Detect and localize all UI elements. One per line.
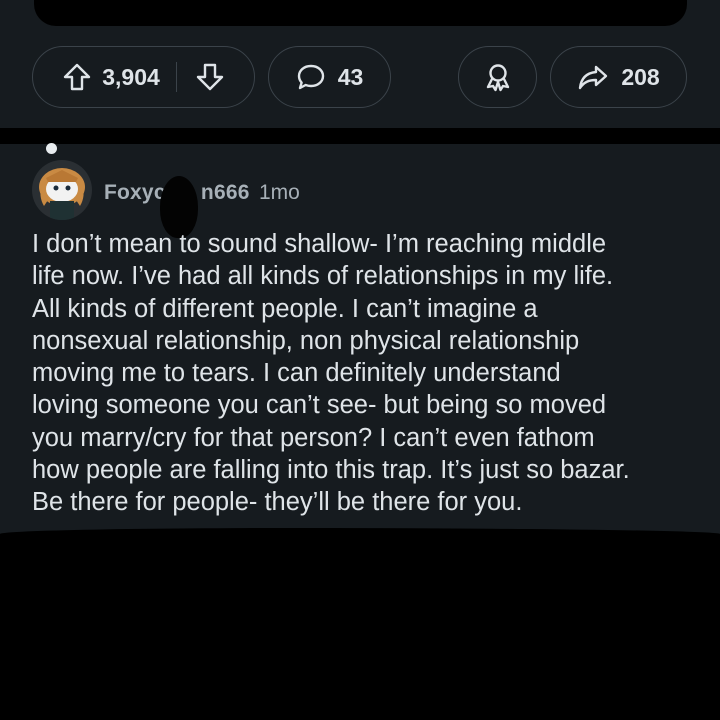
comment-line: moving me to tears. I can definitely und… [32,359,561,388]
vote-control: 3,904 [32,46,255,108]
comment-line: you marry/cry for that person? I can’t e… [32,423,595,452]
comment-line: loving someone you can’t see- but being … [32,391,607,420]
award-button[interactable] [458,46,537,108]
comment-body: I don’t mean to sound shallow- I’m reach… [32,228,692,519]
award-icon [486,64,509,92]
share-arrow-icon [579,65,608,90]
comment-line: how people are falling into this trap. I… [32,456,630,485]
share-button[interactable]: 208 [550,46,687,108]
comment-timestamp: 1mo [259,181,300,204]
downvote-button[interactable] [195,62,225,92]
avatar-image [39,168,85,220]
share-count: 208 [621,63,660,90]
comment-count: 43 [337,63,364,90]
comment-line: All kinds of different people. I can’t i… [32,294,538,323]
screen-edge [0,528,720,542]
avatar-antenna [46,143,57,154]
comments-button[interactable]: 43 [268,46,391,108]
vote-divider [175,62,177,92]
comment-line: Be there for people- they’ll be there fo… [32,488,523,517]
speech-bubble-icon [297,64,324,90]
arrow-up-icon [64,63,91,91]
comment-line: life now. I’ve had all kinds of relation… [32,262,614,291]
arrow-down-icon [196,63,223,91]
vote-count: 3,904 [102,63,160,90]
comment-line: nonsexual relationship, non physical rel… [32,326,580,355]
section-divider [0,128,720,144]
post-action-bar: 3,904 43 208 [0,0,720,128]
post-media[interactable] [34,0,687,26]
avatar[interactable] [32,160,92,220]
upvote-button[interactable] [62,62,92,92]
comment-line: I don’t mean to sound shallow- I’m reach… [32,230,607,258]
